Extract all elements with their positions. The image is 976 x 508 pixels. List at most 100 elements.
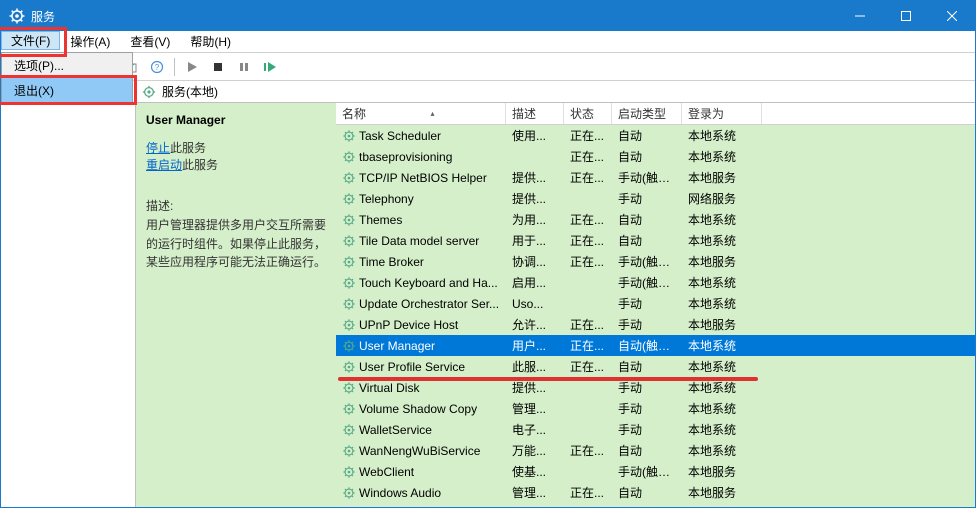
toolbar-pause-button[interactable]: [233, 56, 255, 78]
col-header-logon[interactable]: 登录为: [682, 103, 762, 124]
app-window: 服务 文件(F) 选项(P)... 退出(X) 操作(A) 查看(V) 帮助(H…: [0, 0, 976, 508]
cell-desc: Uso...: [506, 297, 564, 311]
service-row[interactable]: Themes为用...正在...自动本地系统: [336, 209, 975, 230]
toolbar-restart-button[interactable]: [259, 56, 281, 78]
cell-name: User Manager: [336, 339, 506, 353]
cell-state: 正在...: [564, 442, 612, 459]
toolbar-start-button[interactable]: [181, 56, 203, 78]
cell-logon: 本地系统: [682, 400, 762, 417]
maximize-button[interactable]: [883, 1, 929, 31]
svg-text:?: ?: [155, 63, 160, 72]
cell-state: 正在...: [564, 358, 612, 375]
cell-desc: 管理...: [506, 484, 564, 501]
cell-logon: 本地系统: [682, 211, 762, 228]
close-button[interactable]: [929, 1, 975, 31]
cell-desc: 万能...: [506, 442, 564, 459]
menu-file-exit[interactable]: 退出(X): [2, 78, 132, 103]
service-row[interactable]: Windows Audio管理...正在...自动本地服务: [336, 482, 975, 503]
file-dropdown: 选项(P)... 退出(X): [1, 52, 133, 104]
sort-asc-icon: ▴: [431, 109, 435, 118]
menu-file[interactable]: 文件(F): [1, 31, 60, 50]
cell-desc: 协调...: [506, 253, 564, 270]
service-row[interactable]: UPnP Device Host允许...正在...手动本地服务: [336, 314, 975, 335]
cell-startup: 自动(触发...: [612, 337, 682, 354]
cell-startup: 手动: [612, 316, 682, 333]
restart-link[interactable]: 重启动: [146, 158, 182, 172]
menu-help[interactable]: 帮助(H): [180, 31, 241, 52]
service-row[interactable]: User Profile Service此服...正在...自动本地系统: [336, 356, 975, 377]
cell-name: Touch Keyboard and Ha...: [336, 276, 506, 290]
cell-startup: 手动(触发...: [612, 274, 682, 291]
stop-link[interactable]: 停止: [146, 141, 170, 155]
cell-name: Update Orchestrator Ser...: [336, 297, 506, 311]
service-row[interactable]: WalletService电子...手动本地系统: [336, 419, 975, 440]
cell-state: 正在...: [564, 484, 612, 501]
desc-text: 用户管理器提供多用户交互所需要的运行时组件。如果停止此服务，某些应用程序可能无法…: [146, 216, 326, 272]
service-row[interactable]: Task Scheduler使用...正在...自动本地系统: [336, 125, 975, 146]
cell-desc: 提供...: [506, 169, 564, 186]
cell-logon: 本地系统: [682, 379, 762, 396]
cell-startup: 自动: [612, 232, 682, 249]
annotation-underline: [338, 377, 758, 381]
cell-desc: 提供...: [506, 379, 564, 396]
cell-startup: 自动: [612, 127, 682, 144]
toolbar-separator: [174, 58, 175, 76]
cell-startup: 手动(触发...: [612, 253, 682, 270]
desc-label: 描述:: [146, 197, 326, 214]
list-header: 名称▴ 描述 状态 启动类型 登录为: [336, 103, 975, 125]
cell-logon: 本地系统: [682, 127, 762, 144]
service-row[interactable]: Update Orchestrator Ser...Uso...手动本地系统: [336, 293, 975, 314]
list-pane: 名称▴ 描述 状态 启动类型 登录为 Task Scheduler使用...正在…: [336, 103, 975, 507]
cell-state: 正在...: [564, 169, 612, 186]
col-header-desc[interactable]: 描述: [506, 103, 564, 124]
cell-state: 正在...: [564, 316, 612, 333]
titlebar: 服务: [1, 1, 975, 31]
cell-logon: 本地系统: [682, 358, 762, 375]
cell-name: Task Scheduler: [336, 129, 506, 143]
service-row[interactable]: Time Broker协调...正在...手动(触发...本地服务: [336, 251, 975, 272]
cell-name: Volume Shadow Copy: [336, 402, 506, 416]
cell-desc: 此服...: [506, 358, 564, 375]
cell-startup: 自动: [612, 484, 682, 501]
menu-view[interactable]: 查看(V): [120, 31, 180, 52]
cell-name: Telephony: [336, 192, 506, 206]
cell-state: 正在...: [564, 211, 612, 228]
cell-logon: 本地系统: [682, 148, 762, 165]
service-row[interactable]: User Manager用户...正在...自动(触发...本地系统: [336, 335, 975, 356]
file-menu-wrap: 文件(F) 选项(P)... 退出(X): [1, 31, 60, 52]
cell-logon: 本地服务: [682, 463, 762, 480]
toolbar-help-button[interactable]: ?: [146, 56, 168, 78]
cell-logon: 本地系统: [682, 274, 762, 291]
service-row[interactable]: WebClient使基...手动(触发...本地服务: [336, 461, 975, 482]
menu-file-options[interactable]: 选项(P)...: [2, 53, 132, 78]
cell-name: tbaseprovisioning: [336, 150, 506, 164]
cell-startup: 手动: [612, 379, 682, 396]
minimize-button[interactable]: [837, 1, 883, 31]
cell-startup: 手动: [612, 421, 682, 438]
service-row[interactable]: TCP/IP NetBIOS Helper提供...正在...手动(触发...本…: [336, 167, 975, 188]
cell-desc: 为用...: [506, 211, 564, 228]
detail-actions: 停止此服务 重启动此服务: [146, 139, 326, 173]
service-row[interactable]: WanNengWuBiService万能...正在...自动本地系统: [336, 440, 975, 461]
body: 服务(本地) 服务(本地) User Manager 停止此服务 重启动此服务 …: [1, 81, 975, 507]
menubar: 文件(F) 选项(P)... 退出(X) 操作(A) 查看(V) 帮助(H): [1, 31, 975, 53]
cell-startup: 手动: [612, 400, 682, 417]
sidebar: 服务(本地): [1, 81, 136, 507]
service-row[interactable]: tbaseprovisioning正在...自动本地系统: [336, 146, 975, 167]
window-buttons: [837, 1, 975, 31]
cell-logon: 本地系统: [682, 442, 762, 459]
cell-startup: 自动: [612, 148, 682, 165]
col-header-name[interactable]: 名称▴: [336, 103, 506, 124]
col-header-state[interactable]: 状态: [564, 103, 612, 124]
service-row[interactable]: Tile Data model server用于...正在...自动本地系统: [336, 230, 975, 251]
main: 服务(本地) User Manager 停止此服务 重启动此服务 描述: 用户管…: [136, 81, 975, 507]
cell-desc: 使用...: [506, 127, 564, 144]
col-header-startup[interactable]: 启动类型: [612, 103, 682, 124]
service-row[interactable]: Volume Shadow Copy管理...手动本地系统: [336, 398, 975, 419]
menu-action[interactable]: 操作(A): [60, 31, 120, 52]
service-row[interactable]: Touch Keyboard and Ha...启用...手动(触发...本地系…: [336, 272, 975, 293]
cell-name: TCP/IP NetBIOS Helper: [336, 171, 506, 185]
cell-startup: 自动: [612, 358, 682, 375]
toolbar-stop-button[interactable]: [207, 56, 229, 78]
service-row[interactable]: Telephony提供...手动网络服务: [336, 188, 975, 209]
